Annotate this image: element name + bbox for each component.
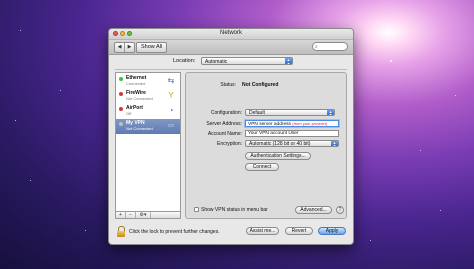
server-address-field[interactable]: VPN server address (from your provider): [245, 120, 339, 127]
service-item-airport[interactable]: AirPort Off ◔: [116, 104, 180, 119]
navigation-buttons: ◀ ▶: [114, 42, 135, 53]
back-button[interactable]: ◀: [115, 43, 124, 52]
search-field[interactable]: ⌕: [312, 42, 348, 51]
divider: [115, 69, 347, 70]
service-item-my-vpn[interactable]: My VPN Not Connected ▭: [116, 119, 180, 134]
account-name-label: Account Name:: [207, 131, 242, 137]
ethernet-icon: ⇆: [167, 76, 175, 85]
apply-button[interactable]: Apply: [318, 227, 346, 235]
revert-button[interactable]: Revert: [285, 227, 313, 235]
show-all-button[interactable]: Show All: [136, 42, 168, 53]
popup-arrows-icon: ▴ ▾: [327, 110, 334, 115]
service-item-firewire[interactable]: FireWire Not Connected Y: [116, 89, 180, 104]
toolbar: ◀ ▶ Show All ⌕: [109, 40, 353, 55]
window-title: Network: [219, 30, 242, 36]
service-status: Not Connected: [126, 126, 153, 131]
account-name-field[interactable]: Your VPN account User: [245, 130, 339, 137]
connect-button[interactable]: Connect: [245, 163, 279, 171]
configuration-label: Configuration:: [210, 110, 242, 116]
encryption-label: Encryption:: [216, 141, 242, 147]
network-preferences-window: Network ◀ ▶ Show All ⌕ Location: Automat…: [108, 28, 354, 245]
status-value: Not Configured: [242, 82, 279, 88]
title-bar: Network: [109, 29, 353, 40]
search-icon: ⌕: [315, 44, 318, 50]
status-dot: [119, 77, 123, 81]
authentication-settings-button[interactable]: Authentication Settings...: [245, 152, 311, 160]
server-address-value: VPN server address: [248, 122, 291, 127]
server-address-hint: (from your provider): [292, 121, 328, 126]
service-item-ethernet[interactable]: Ethernet Connected ⇆: [116, 74, 180, 89]
bottom-bar: Click the lock to prevent further change…: [109, 223, 353, 244]
firewire-icon: Y: [168, 91, 174, 100]
status-dot: [119, 92, 123, 96]
service-status: Off: [126, 111, 132, 116]
location-value: Automatic: [205, 59, 228, 65]
show-vpn-status-label: Show VPN status in menu bar: [201, 207, 268, 213]
vpn-details-pane: Status: Not Configured Configuration: De…: [185, 72, 347, 219]
show-vpn-status-checkbox[interactable]: [194, 207, 199, 212]
location-row: Location: Automatic ▴ ▾: [109, 57, 353, 67]
assist-me-button[interactable]: Assist me...: [246, 227, 279, 235]
action-menu-button[interactable]: ⚙▾: [136, 212, 151, 218]
advanced-button[interactable]: Advanced...: [295, 206, 332, 214]
help-button[interactable]: ?: [336, 206, 344, 214]
service-list-buttons: + − ⚙▾: [115, 212, 181, 219]
location-label: Location:: [173, 58, 196, 64]
service-list: Ethernet Connected ⇆ FireWire Not Connec…: [115, 72, 181, 212]
location-popup[interactable]: Automatic ▴ ▾: [201, 57, 293, 65]
add-service-button[interactable]: +: [116, 212, 126, 218]
configuration-value: Default: [249, 110, 265, 116]
configuration-popup[interactable]: Default ▴ ▾: [245, 109, 335, 116]
wifi-icon: ◔: [168, 106, 174, 115]
status-dot: [119, 122, 123, 126]
vpn-icon: ▭: [168, 123, 174, 129]
service-status: Not Connected: [126, 96, 153, 101]
status-label: Status:: [220, 82, 236, 88]
popup-arrows-icon: ▴ ▾: [285, 58, 292, 64]
popup-arrows-icon: ▴ ▾: [331, 141, 338, 146]
encryption-popup[interactable]: Automatic (128 bit or 40 bit) ▴ ▾: [245, 140, 339, 147]
forward-button[interactable]: ▶: [124, 43, 134, 52]
status-dot: [119, 107, 123, 111]
lock-icon[interactable]: [117, 226, 126, 237]
encryption-value: Automatic (128 bit or 40 bit): [249, 141, 311, 147]
service-status: Connected: [126, 81, 146, 86]
remove-service-button[interactable]: −: [126, 212, 136, 218]
server-address-label: Server Address:: [206, 121, 242, 127]
lock-message: Click the lock to prevent further change…: [129, 229, 220, 235]
account-name-value: Your VPN account User: [248, 131, 299, 136]
